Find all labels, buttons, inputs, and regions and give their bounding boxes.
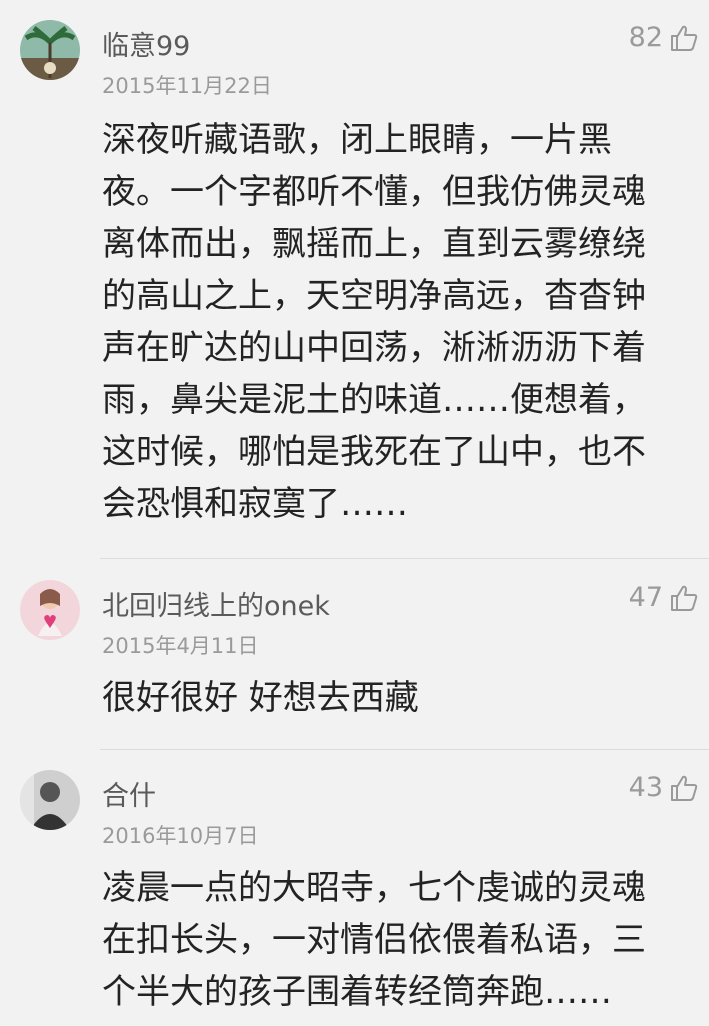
username[interactable]: 北回归线上的onek: [102, 584, 330, 623]
username[interactable]: 合什: [102, 774, 156, 813]
comment-text: 凌晨一点的大昭寺，七个虔诚的灵魂 在扣长头，一对情侣依偎着私语，三 个半大的孩子…: [102, 868, 646, 1012]
like-count: 82: [628, 22, 663, 53]
comment-item: 北回归线上的onek 2015年4月11日 47 很好很好 好想去西藏: [0, 560, 709, 750]
like-button[interactable]: 47: [629, 582, 699, 613]
comment-item: 合什 2016年10月7日 43 凌晨一点的大昭寺，七个虔诚的灵魂 在扣长头，一…: [0, 750, 709, 1026]
comment-date: 2016年10月7日: [102, 824, 259, 848]
like-button[interactable]: 43: [629, 772, 699, 803]
like-count: 47: [628, 582, 663, 613]
thumbs-up-icon[interactable]: [669, 773, 699, 803]
comment-date: 2015年11月22日: [102, 74, 272, 98]
username[interactable]: 临意99: [102, 24, 190, 63]
palm-tree-avatar-icon[interactable]: [20, 20, 80, 80]
comment-item: 临意99 2015年11月22日 82 深夜听藏语歌，闭上眼睛，一片黑 夜。一个…: [0, 0, 709, 560]
comment-date: 2015年4月11日: [102, 634, 259, 658]
thumbs-up-icon[interactable]: [669, 583, 699, 613]
divider: [100, 558, 709, 559]
comment-text: 很好很好 好想去西藏: [102, 678, 419, 718]
girl-heart-avatar-icon[interactable]: [20, 580, 80, 640]
like-button[interactable]: 82: [629, 22, 699, 53]
like-count: 43: [628, 772, 663, 803]
comment-text: 深夜听藏语歌，闭上眼睛，一片黑 夜。一个字都听不懂，但我仿佛灵魂 离体而出，飘摇…: [102, 120, 646, 524]
thumbs-up-icon[interactable]: [669, 23, 699, 53]
man-portrait-avatar-icon[interactable]: [20, 770, 80, 830]
